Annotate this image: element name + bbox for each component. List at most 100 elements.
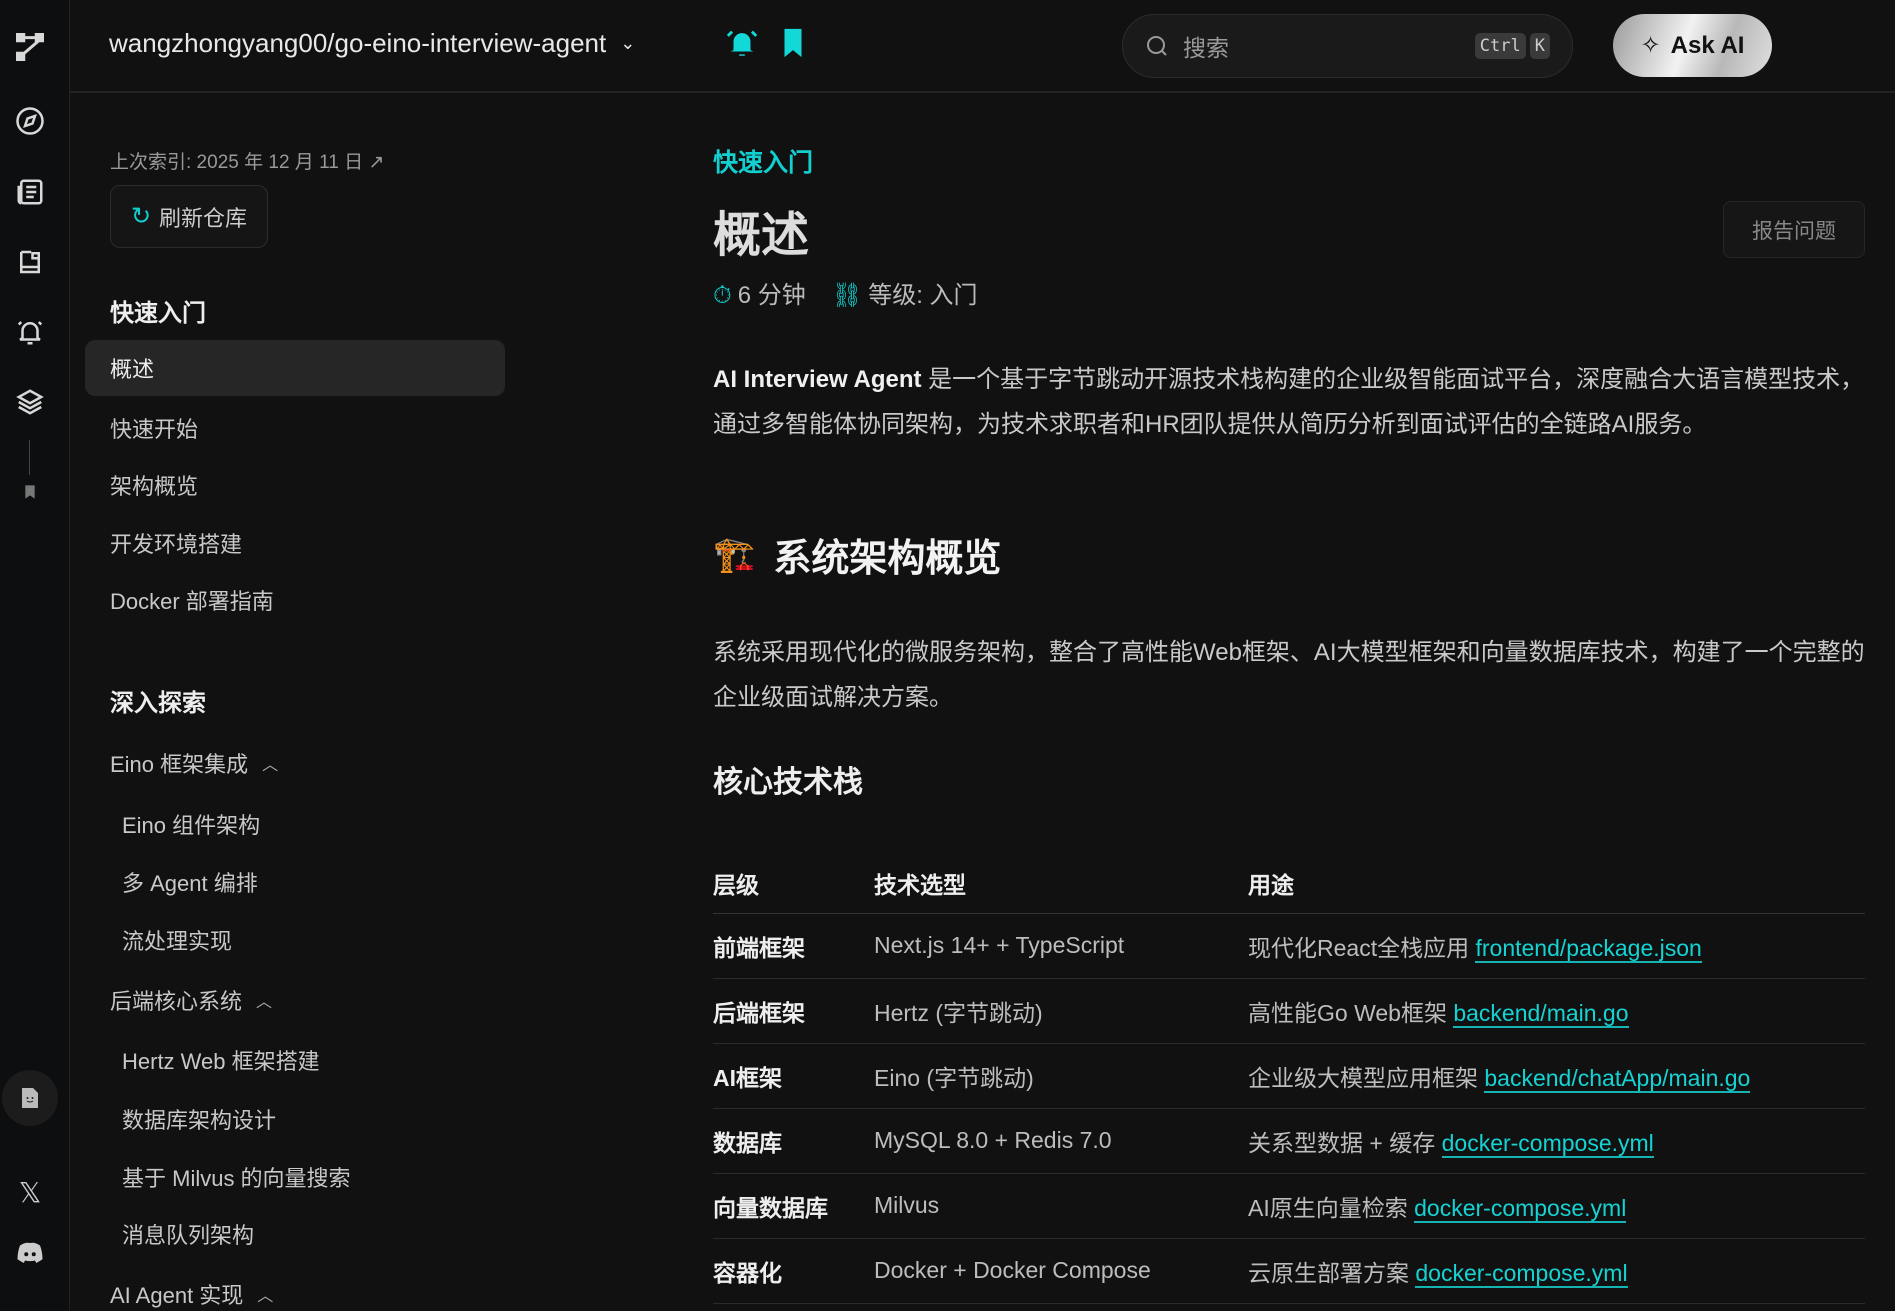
search-icon xyxy=(1147,36,1167,56)
refresh-repo-button[interactable]: ↻ 刷新仓库 xyxy=(110,185,268,248)
sidebar-nav: 上次索引: 2025 年 12 月 11 日 ↗ ↻ 刷新仓库 快速入门 概述 快… xyxy=(70,95,530,1311)
table-row: 向量数据库 Milvus AI原生向量检索 docker-compose.yml xyxy=(713,1173,1865,1239)
icon-rail: 𝕏 xyxy=(0,0,70,1311)
nav-item[interactable]: Eino 组件架构 xyxy=(122,808,260,840)
source-link[interactable]: docker-compose.yml xyxy=(1414,1194,1627,1223)
usage-text: 现代化React全栈应用 xyxy=(1248,934,1476,961)
page-title: 概述 xyxy=(713,209,810,262)
nav-item[interactable]: 开发环境搭建 xyxy=(110,527,242,559)
breadcrumb[interactable]: 快速入门 xyxy=(713,143,813,179)
compass-icon[interactable] xyxy=(15,106,45,136)
usage-cell: AI原生向量检索 docker-compose.yml xyxy=(1248,1173,1865,1239)
source-link[interactable]: frontend/package.json xyxy=(1475,934,1702,963)
logo-icon[interactable] xyxy=(15,32,45,62)
group-label: 后端核心系统 xyxy=(110,989,243,1014)
usage-text: 企业级大模型应用框架 xyxy=(1248,1064,1485,1091)
usage-cell: 高性能Go Web框架 backend/main.go xyxy=(1248,978,1865,1044)
nav-item[interactable]: 架构概览 xyxy=(110,469,198,501)
layer-cell: 前端框架 xyxy=(713,913,874,979)
table-row: AI框架 Eino (字节跳动) 企业级大模型应用框架 backend/chatAp… xyxy=(713,1043,1865,1109)
source-link[interactable]: backend/main.go xyxy=(1453,999,1629,1028)
search-input[interactable]: 搜索 Ctrl K xyxy=(1122,14,1573,78)
layer-cell: AI框架 xyxy=(713,1043,874,1109)
chevron-up-icon: ︿ xyxy=(262,757,279,774)
bookmark-icon[interactable] xyxy=(776,26,810,60)
group-label: AI Agent 实现 xyxy=(110,1283,244,1308)
table-header: 层级 技术选型 用途 xyxy=(713,853,1865,914)
ask-ai-button[interactable]: ✧ Ask AI xyxy=(1613,14,1772,77)
refresh-icon: ↻ xyxy=(130,203,152,230)
layer-cell: 容器化 xyxy=(713,1238,874,1304)
usage-cell: 企业级大模型应用框架 backend/chatApp/main.go xyxy=(1248,1043,1865,1109)
section-deep-dive: 深入探索 xyxy=(110,690,206,717)
subsection-heading: 核心技术栈 xyxy=(713,766,863,799)
group-label: Eino 框架集成 xyxy=(110,752,249,777)
repo-name: wangzhongyang00/go-eino-interview-agent xyxy=(109,28,607,58)
tech-cell: Docker + Docker Compose xyxy=(874,1238,1248,1304)
nav-item[interactable]: 基于 Milvus 的向量搜索 xyxy=(122,1161,351,1193)
newspaper-icon[interactable] xyxy=(15,177,45,207)
usage-text: 云原生部署方案 xyxy=(1248,1259,1416,1286)
chevron-up-icon: ︿ xyxy=(256,994,273,1011)
nav-item[interactable]: 流处理实现 xyxy=(122,924,232,956)
table-row: 前端框架 Next.js 14+ + TypeScript 现代化React全栈应用… xyxy=(713,913,1865,979)
tech-cell: Eino (字节跳动) xyxy=(874,1043,1248,1109)
bell-icon[interactable] xyxy=(15,317,45,347)
architecture-paragraph: 系统采用现代化的微服务架构，整合了高性能Web框架、AI大模型框架和向量数据库技… xyxy=(713,639,1865,711)
crane-icon: 🏗️ xyxy=(713,535,756,574)
column-header: 技术选型 xyxy=(874,853,1248,914)
x-twitter-icon[interactable]: 𝕏 xyxy=(15,1176,45,1208)
layer-cell: 数据库 xyxy=(713,1108,874,1174)
bookmark-icon[interactable] xyxy=(22,484,38,500)
timer-icon: ⏱ xyxy=(713,282,732,309)
chevron-down-icon: ⌄ xyxy=(620,33,636,53)
discord-icon[interactable] xyxy=(15,1238,45,1268)
nav-group-eino[interactable]: Eino 框架集成 ︿ xyxy=(110,747,278,779)
source-link[interactable]: backend/chatApp/main.go xyxy=(1484,1064,1751,1093)
tech-cell: MySQL 8.0 + Redis 7.0 xyxy=(874,1108,1248,1174)
usage-cell: 关系型数据 + 缓存 docker-compose.yml xyxy=(1248,1108,1865,1174)
rail-divider xyxy=(29,440,30,475)
table-row: 数据库 MySQL 8.0 + Redis 7.0 关系型数据 + 缓存 docke… xyxy=(713,1108,1865,1174)
nav-item[interactable]: 消息队列架构 xyxy=(122,1218,254,1250)
source-link[interactable]: docker-compose.yml xyxy=(1441,1129,1654,1158)
page-meta: ⏱ 6 分钟 ⛓ 等级: 入门 xyxy=(713,275,978,310)
doc-bot-button[interactable] xyxy=(2,1070,58,1126)
last-index[interactable]: 上次索引: 2025 年 12 月 11 日 ↗ xyxy=(110,147,384,174)
nav-item-overview[interactable]: 概述 xyxy=(85,340,505,396)
section-quickstart: 快速入门 xyxy=(110,300,206,327)
nav-group-backend[interactable]: 后端核心系统 ︿ xyxy=(110,984,272,1016)
chevron-up-icon: ︿ xyxy=(257,1288,274,1305)
refresh-label: 刷新仓库 xyxy=(159,205,248,231)
nav-item[interactable]: 多 Agent 编排 xyxy=(122,866,258,898)
nav-item[interactable]: 快速开始 xyxy=(110,412,198,444)
bell-ring-icon[interactable] xyxy=(725,26,759,60)
usage-cell: 云原生部署方案 docker-compose.yml xyxy=(1248,1238,1865,1304)
usage-text: AI原生向量检索 xyxy=(1248,1194,1415,1221)
intro-bold: AI Interview Agent xyxy=(713,366,922,393)
table-row: 后端框架 Hertz (字节跳动) 高性能Go Web框架 backend/main… xyxy=(713,978,1865,1044)
link-icon: ⛓ xyxy=(831,282,863,309)
layer-cell: 向量数据库 xyxy=(713,1173,874,1239)
usage-text: 高性能Go Web框架 xyxy=(1248,999,1454,1026)
top-header: wangzhongyang00/go-eino-interview-agent ⌄… xyxy=(70,0,1895,93)
repo-selector[interactable]: wangzhongyang00/go-eino-interview-agent ⌄ xyxy=(109,28,635,59)
book-lock-icon[interactable] xyxy=(15,247,45,277)
usage-text: 关系型数据 + 缓存 xyxy=(1248,1129,1442,1156)
tech-cell: Hertz (字节跳动) xyxy=(874,978,1248,1044)
nav-item[interactable]: 数据库架构设计 xyxy=(122,1103,276,1135)
nav-item[interactable]: Hertz Web 框架搭建 xyxy=(122,1044,320,1076)
column-header: 层级 xyxy=(713,853,874,914)
sparkle-icon: ✧ xyxy=(1640,32,1661,59)
nav-group-ai-agent[interactable]: AI Agent 实现 ︿ xyxy=(110,1278,273,1310)
ask-ai-label: Ask AI xyxy=(1670,31,1745,59)
kbd-k: K xyxy=(1529,33,1550,59)
nav-item[interactable]: Docker 部署指南 xyxy=(110,584,274,616)
tech-cell: Milvus xyxy=(874,1173,1248,1239)
layers-icon[interactable] xyxy=(15,387,45,417)
usage-cell: 现代化React全栈应用 frontend/package.json xyxy=(1248,913,1865,979)
kbd-ctrl: Ctrl xyxy=(1474,33,1526,59)
report-issue-button[interactable]: 报告问题 xyxy=(1723,201,1865,258)
source-link[interactable]: docker-compose.yml xyxy=(1415,1259,1628,1288)
level: 等级: 入门 xyxy=(868,282,978,309)
